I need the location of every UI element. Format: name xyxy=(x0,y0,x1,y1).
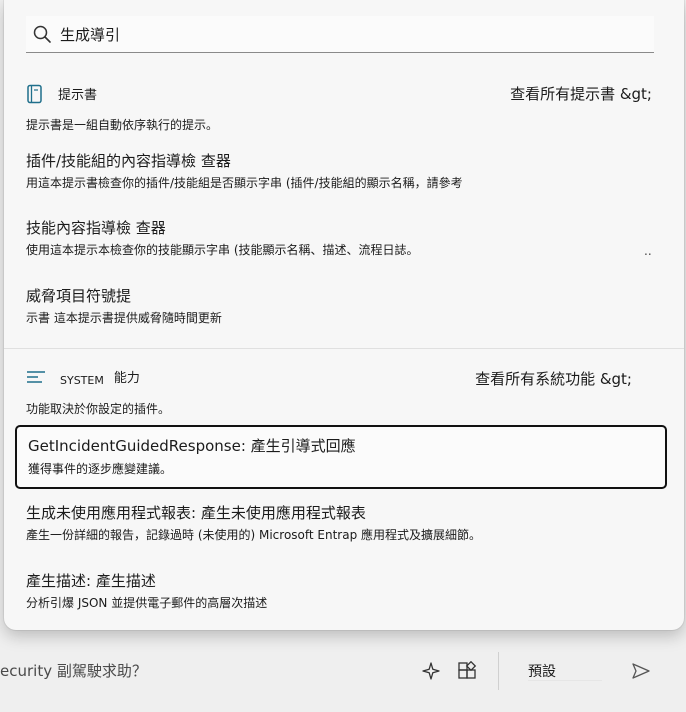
view-all-promptbooks-link[interactable]: 查看所有提示書 &gt; xyxy=(510,83,652,104)
promptbook-item[interactable]: 技能內容指導檢 查器 使用這本提示本檢查你的技能顯示字串 (技能顯示名稱、描述、… xyxy=(26,218,656,259)
search-input[interactable] xyxy=(58,24,622,44)
prompt-input[interactable]: ecurity 副駕駛求助？ xyxy=(0,660,147,681)
promptbooks-header: 提示書 查看所有提示書 &gt; xyxy=(26,83,652,104)
promptbook-item[interactable]: 威脅項目符號提 示書 這本提示書提供威脅隨時間更新 xyxy=(26,286,656,327)
promptbook-item-desc: 使用這本提示本檢查你的技能顯示字串 (技能顯示名稱、描述、流程日誌。 xyxy=(26,243,419,257)
promptbook-icon xyxy=(26,84,44,104)
promptbooks-description: 提示書是一組自動依序執行的提示。 xyxy=(26,118,219,132)
promptbook-item[interactable]: 插件/技能組的內容指導檢 查器 用這本提示書檢查你的插件/技能組是否顯示字串 (… xyxy=(26,151,656,192)
prompt-bar: ecurity 副駕駛求助？ 預設 xyxy=(0,632,686,712)
search-box[interactable] xyxy=(26,16,654,53)
promptbook-item-title: 威脅項目符號提 xyxy=(26,287,132,305)
system-capabilities-description: 功能取決於你設定的插件。 xyxy=(26,402,171,416)
toolbar-separator xyxy=(498,652,499,690)
view-all-system-capabilities-link[interactable]: 查看所有系統功能 &gt; xyxy=(475,368,632,389)
capability-item-title: GetIncidentGuidedResponse: 產生引導式回應 xyxy=(28,437,356,455)
promptbooks-title: 提示書 xyxy=(58,88,98,103)
system-lines-icon xyxy=(26,369,46,389)
sparkle-icon[interactable] xyxy=(420,660,442,682)
capability-item-desc: 產生一份詳細的報告，記錄過時 (未使用的) Microsoft Entrap 應… xyxy=(26,528,482,542)
capability-item-title: 生成未使用應用程式報表: 產生未使用應用程式報表 xyxy=(26,504,366,522)
capability-item-selected[interactable]: GetIncidentGuidedResponse: 產生引導式回應 獲得事件的… xyxy=(15,425,667,489)
send-icon[interactable] xyxy=(630,660,652,682)
promptbook-item-desc: 示書 這本提示書提供威脅隨時間更新 xyxy=(26,311,222,325)
search-icon xyxy=(32,23,54,45)
promptbook-item-title: 插件/技能組的內容指導檢 查器 xyxy=(26,152,231,170)
section-divider xyxy=(4,348,684,349)
ellipsis-indicator: .. xyxy=(644,244,652,258)
capability-item[interactable]: 產生描述: 產生描述 分析引爆 JSON 並提供電子郵件的高層次描述 xyxy=(26,571,656,612)
capability-item[interactable]: 生成未使用應用程式報表: 產生未使用應用程式報表 產生一份詳細的報告，記錄過時 … xyxy=(26,503,656,544)
preset-underline xyxy=(528,680,602,681)
capability-item-desc: 獲得事件的逐步應變建議。 xyxy=(28,462,173,476)
system-capabilities-header: SYSTEM 能力 查看所有系統功能 &gt; xyxy=(26,368,652,389)
capability-item-title: 產生描述: 產生描述 xyxy=(26,572,156,590)
system-badge: SYSTEM xyxy=(60,374,104,387)
plugins-icon[interactable] xyxy=(456,660,478,682)
preset-dropdown[interactable]: 預設 xyxy=(528,661,556,681)
promptbook-item-desc: 用這本提示書檢查你的插件/技能組是否顯示字串 (插件/技能組的顯示名稱，請參考 xyxy=(26,176,463,190)
capability-item-desc: 分析引爆 JSON 並提供電子郵件的高層次描述 xyxy=(26,596,268,610)
system-capabilities-title: 能力 xyxy=(113,371,140,386)
prompt-suggestions-popup: 提示書 查看所有提示書 &gt; 提示書是一組自動依序執行的提示。 插件/技能組… xyxy=(4,0,684,630)
promptbook-item-title: 技能內容指導檢 查器 xyxy=(26,219,166,237)
